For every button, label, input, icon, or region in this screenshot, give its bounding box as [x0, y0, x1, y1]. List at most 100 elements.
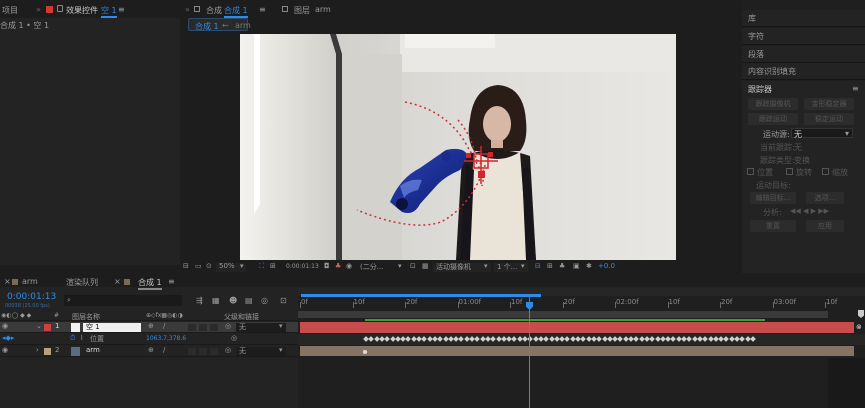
analyze-back-frames-icon[interactable]: ◀◀ ◀ ▶ ▶▶: [790, 207, 829, 215]
tab-project[interactable]: 项目: [2, 5, 18, 16]
tab-effects-target[interactable]: 空 1: [101, 5, 117, 18]
motion-path[interactable]: [240, 34, 676, 260]
graph-icon[interactable]: ⌇: [80, 334, 83, 342]
rotation-checkbox[interactable]: [786, 168, 793, 175]
tab-composition[interactable]: 合成 1: [224, 5, 248, 18]
resolution-select[interactable]: (二分...: [360, 262, 383, 272]
timeline-tab-render-queue[interactable]: 渲染队列: [66, 277, 98, 288]
keyframe-marker[interactable]: [363, 350, 367, 354]
parent-value[interactable]: 无: [239, 322, 246, 332]
menu-icon[interactable]: ≡: [852, 84, 859, 93]
track-motion-button[interactable]: 跟踪运动: [748, 113, 798, 125]
pickwhip-icon[interactable]: ◎: [231, 334, 237, 342]
exposure-value[interactable]: +0.0: [598, 262, 615, 270]
switch-box[interactable]: [188, 324, 196, 331]
toggle-pixel-icon[interactable]: ⊟: [535, 262, 541, 270]
menu-icon[interactable]: ≡: [259, 5, 266, 14]
current-track-value[interactable]: 无: [794, 142, 802, 153]
layer-label-color[interactable]: [44, 348, 51, 355]
pickwhip-icon[interactable]: ◎: [225, 322, 231, 330]
layer-search-input[interactable]: ⌕: [64, 295, 182, 306]
render-icon[interactable]: ♣: [559, 262, 565, 270]
scale-checkbox[interactable]: [822, 168, 829, 175]
layer-bar[interactable]: [300, 322, 854, 333]
track-type-value[interactable]: 变换: [794, 155, 810, 166]
layer-bar[interactable]: [300, 346, 854, 356]
layer-name[interactable]: arm: [86, 346, 100, 354]
eye-icon[interactable]: ◉: [2, 322, 8, 330]
edit-target-button[interactable]: 编辑目标...: [750, 192, 796, 204]
anchor-link-icon[interactable]: ⊗: [856, 323, 862, 331]
col-parent[interactable]: 父级和链接: [224, 312, 259, 322]
fast-preview-icon[interactable]: ▣: [573, 262, 580, 270]
grid-icon[interactable]: ⊞: [270, 262, 276, 270]
panel-content-aware-fill[interactable]: 内容识别填充: [742, 63, 865, 80]
keyframe-nav-icon[interactable]: ◂◆▸: [2, 334, 14, 342]
tab-effects[interactable]: 效果控件: [66, 5, 98, 16]
position-checkbox[interactable]: [747, 168, 754, 175]
views-value[interactable]: 1 个...: [497, 262, 517, 272]
null-anchor-icon[interactable]: [464, 146, 498, 184]
close-icon[interactable]: ×: [114, 277, 121, 286]
stabilize-motion-button[interactable]: 稳定运动: [804, 113, 854, 125]
zoom-value[interactable]: 50%: [219, 262, 235, 270]
roi-icon[interactable]: ⊡: [410, 262, 416, 270]
warp-stabilizer-button[interactable]: 变形稳定器: [804, 98, 854, 110]
transparency-icon[interactable]: ▦: [422, 262, 429, 270]
chevron-down-icon[interactable]: ⌄: [36, 322, 42, 330]
flow-comp-name[interactable]: 合成 1: [195, 21, 219, 32]
camera-icon[interactable]: ◘: [324, 262, 330, 270]
track-camera-button[interactable]: 跟踪摄像机: [748, 98, 798, 110]
parent-value[interactable]: 无: [239, 346, 246, 356]
timeline-tab-arm[interactable]: arm: [22, 277, 38, 286]
switch-box[interactable]: [199, 348, 207, 355]
composition-mini-flowchart-icon[interactable]: ⇶: [196, 296, 203, 305]
graph-editor-icon[interactable]: ⊡: [280, 296, 287, 305]
timeline-tab-comp1[interactable]: 合成 1: [138, 277, 162, 290]
shy-layers-icon[interactable]: ☻: [229, 296, 237, 305]
tab-layer[interactable]: arm: [315, 5, 331, 14]
mask-icon[interactable]: ⊙: [206, 262, 212, 270]
close-icon[interactable]: ×: [4, 277, 11, 286]
work-area-navigator[interactable]: [301, 294, 541, 297]
eye-icon[interactable]: ◉: [2, 346, 8, 354]
switch-box[interactable]: [210, 324, 218, 331]
channel-icon[interactable]: ♣: [335, 262, 341, 270]
monitor-icon[interactable]: ▭: [195, 262, 202, 270]
region-icon[interactable]: ⛶: [259, 262, 264, 271]
switch-box[interactable]: [199, 324, 207, 331]
panel-library[interactable]: 库: [742, 10, 865, 27]
reset-button[interactable]: 重置: [750, 220, 796, 232]
flow-layer-name[interactable]: arm: [235, 21, 251, 30]
exposure-icon[interactable]: ✱: [586, 262, 592, 270]
shy-switch-icon[interactable]: ⊕: [148, 322, 154, 330]
layer-label-color[interactable]: [44, 324, 51, 331]
motion-blur-icon[interactable]: ◎: [261, 296, 268, 305]
panel-paragraph[interactable]: 段落: [742, 46, 865, 63]
work-area-bar[interactable]: [298, 311, 828, 318]
chevron-right-icon[interactable]: ›: [36, 346, 39, 354]
switch-box[interactable]: [210, 348, 218, 355]
playhead-line[interactable]: [529, 297, 530, 408]
lock-icon[interactable]: [57, 5, 63, 12]
options-button[interactable]: 选项...: [806, 192, 844, 204]
always-preview-icon[interactable]: ⊟: [183, 262, 189, 270]
pickwhip-icon[interactable]: ◎: [225, 346, 231, 354]
panel-character[interactable]: 字符: [742, 28, 865, 45]
layer-name[interactable]: 空 1: [86, 322, 100, 332]
lock-icon[interactable]: [282, 6, 288, 12]
menu-icon[interactable]: ≡: [168, 277, 175, 286]
stopwatch-icon[interactable]: ⏱: [70, 334, 75, 343]
viewer-timecode[interactable]: 0:00:01:13: [286, 263, 319, 270]
quality-switch-icon[interactable]: /: [163, 346, 165, 354]
shy-switch-icon[interactable]: ⊕: [148, 346, 154, 354]
draft-3d-icon[interactable]: ▦: [212, 296, 220, 305]
menu-icon[interactable]: ≡: [118, 5, 125, 14]
frame-blending-icon[interactable]: ▤: [245, 296, 253, 305]
col-layer-name[interactable]: 图层名称: [72, 312, 100, 322]
apply-button[interactable]: 应用: [806, 220, 844, 232]
property-value[interactable]: 1063.7,378.6: [146, 335, 186, 342]
color-icon[interactable]: ◉: [346, 262, 352, 270]
lock-icon[interactable]: [194, 6, 200, 12]
reset-exposure-icon[interactable]: ⊞: [547, 262, 553, 270]
